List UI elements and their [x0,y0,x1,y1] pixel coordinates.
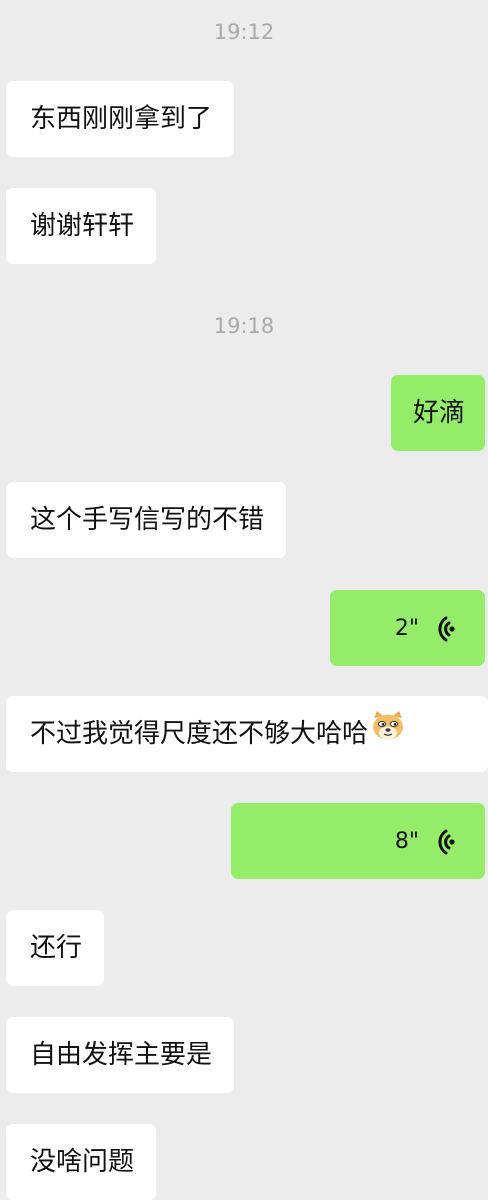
message-bubble-outgoing[interactable]: 好滴 [390,375,485,451]
voice-wave-icon [433,826,455,856]
message-bubble-incoming[interactable]: 自由发挥主要是 [6,1017,235,1093]
voice-wave-icon [433,613,455,643]
voice-duration: 2" [394,615,419,641]
message-text: 不过我觉得尺度还不够大哈哈 [30,719,369,749]
doge-emoji-icon [370,695,406,771]
message-bubble-incoming[interactable]: 不过我觉得尺度还不够大哈哈 [6,696,488,772]
timestamp: 19:12 [213,20,275,44]
voice-message-bubble[interactable]: 8" [231,803,485,879]
message-bubble-incoming[interactable]: 没啥问题 [6,1124,157,1200]
timestamp: 19:18 [213,314,275,338]
voice-duration: 8" [394,828,419,854]
message-bubble-incoming[interactable]: 还行 [6,910,105,986]
voice-message-bubble[interactable]: 2" [330,590,485,666]
message-bubble-incoming[interactable]: 谢谢轩轩 [6,188,157,264]
message-bubble-incoming[interactable]: 这个手写信写的不错 [6,482,287,558]
message-bubble-incoming[interactable]: 东西刚刚拿到了 [6,81,235,157]
